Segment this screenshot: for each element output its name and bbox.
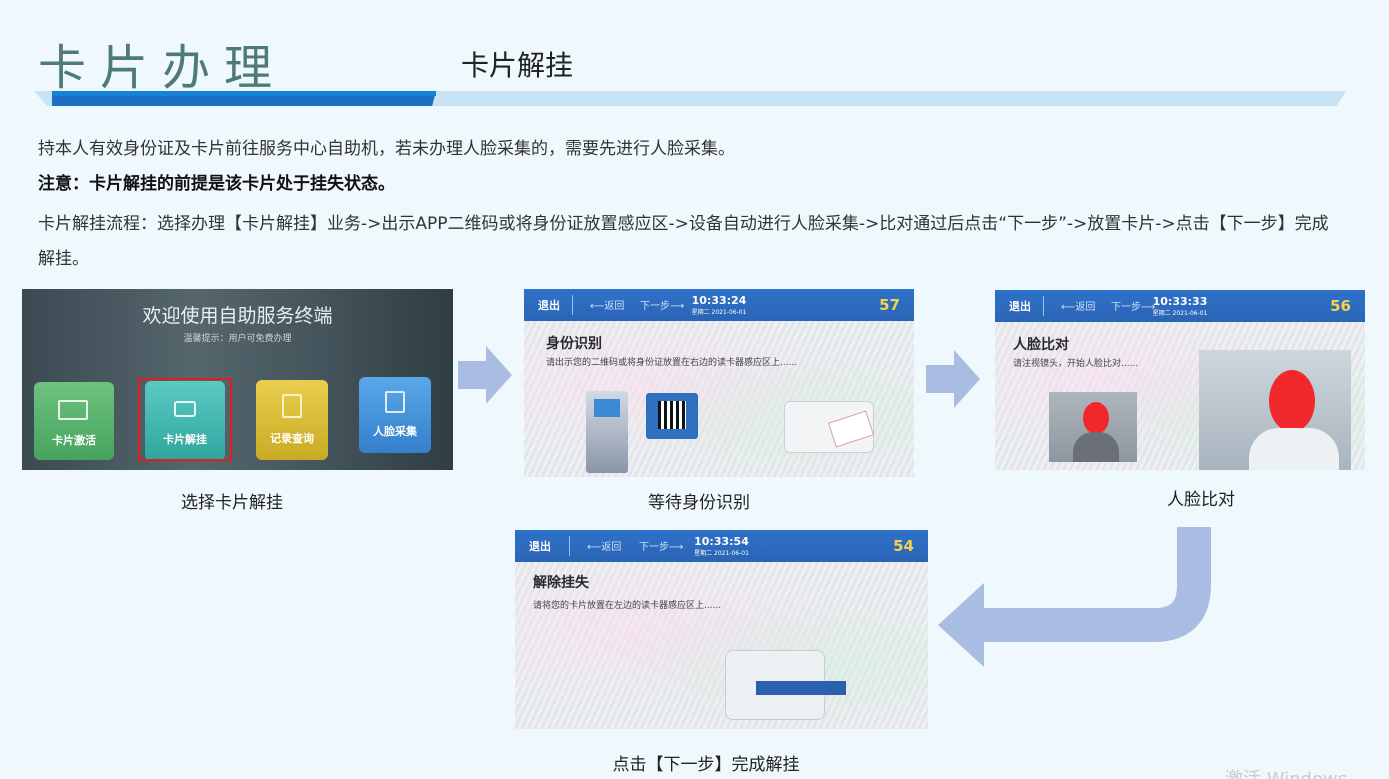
kiosk-top-bar: 退出 ⟵返回 下一步⟶ 10:33:24 星期二 2021-06-01 57 (524, 289, 914, 321)
screen-heading: 身份识别 (546, 336, 602, 352)
bar-date: 星期二 2021-06-01 (1152, 310, 1208, 317)
bar-time: 10:33:54 (694, 535, 749, 548)
step2-caption: 等待身份识别 (648, 493, 750, 513)
step4-caption: 点击【下一步】完成解挂 (612, 755, 800, 775)
section-title: 卡片解挂 (461, 49, 574, 82)
countdown: 56 (1330, 297, 1351, 315)
tile-label: 人脸采集 (373, 425, 417, 438)
tile-label: 卡片激活 (52, 434, 96, 447)
kiosk-top-bar: 退出 ⟵返回 下一步⟶ 10:33:33 星期二 2021-06-01 56 (995, 290, 1365, 322)
id-photo (1049, 392, 1137, 462)
arrow-right-icon (926, 350, 980, 408)
welcome-tip: 温馨提示：用户可免费办理 (183, 334, 292, 344)
step1-caption: 选择卡片解挂 (181, 493, 283, 513)
screen-hint: 请将您的卡片放置在左边的读卡器感应区上...... (533, 601, 722, 611)
page-title: 卡片办理 (38, 40, 287, 96)
kiosk-machine-icon (586, 391, 628, 473)
id-card-reader-icon (784, 401, 875, 453)
live-camera-feed (1199, 350, 1351, 470)
tile-face-capture: 人脸采集 (359, 377, 431, 453)
step3-caption: 人脸比对 (1167, 490, 1235, 510)
selection-highlight (138, 378, 232, 461)
step2-screenshot: 退出 ⟵返回 下一步⟶ 10:33:24 星期二 2021-06-01 57 身… (524, 289, 914, 477)
step1-screenshot: 欢迎使用自助服务终端 温馨提示：用户可免费办理 卡片激活 卡片解挂 记录查询 人… (22, 289, 453, 470)
arrow-right-icon (458, 346, 512, 404)
face-icon (385, 391, 405, 413)
step3-screenshot: 退出 ⟵返回 下一步⟶ 10:33:33 星期二 2021-06-01 56 人… (995, 290, 1365, 470)
step4-screenshot: 退出 ⟵返回 下一步⟶ 10:33:54 星期二 2021-06-01 54 解… (515, 530, 928, 729)
id-card-icon (58, 400, 88, 420)
notice-text: 注意：卡片解挂的前提是该卡片处于挂失状态。 (38, 174, 395, 194)
countdown: 57 (879, 296, 900, 314)
bar-date: 星期二 2021-06-01 (694, 550, 749, 557)
process-text: 卡片解挂流程：选择办理【卡片解挂】业务->出示APP二维码或将身份证放置感应区-… (38, 214, 1329, 269)
screen-heading: 解除挂失 (533, 575, 589, 591)
kiosk-body: 身份识别 请出示您的二维码或将身份证放置在右边的读卡器感应区上...... (524, 321, 914, 477)
screen-hint: 请注视镜头，开始人脸比对...... (1013, 359, 1139, 369)
bar-time: 10:33:24 (691, 294, 747, 307)
countdown: 54 (893, 537, 914, 555)
kiosk-body: 解除挂失 请将您的卡片放置在左边的读卡器感应区上...... (515, 562, 928, 729)
title-band-highlight (52, 91, 436, 96)
kiosk-body: 人脸比对 请注视镜头，开始人脸比对...... (995, 322, 1365, 470)
bar-date: 星期二 2021-06-01 (691, 309, 747, 316)
os-watermark: 激活 Windows (1225, 765, 1347, 779)
welcome-title: 欢迎使用自助服务终端 (142, 305, 333, 327)
screen-hint: 请出示您的二维码或将身份证放置在右边的读卡器感应区上...... (546, 358, 798, 368)
kiosk-top-bar: 退出 ⟵返回 下一步⟶ 10:33:54 星期二 2021-06-01 54 (515, 530, 928, 562)
document-icon (282, 394, 302, 418)
tile-label: 记录查询 (270, 432, 314, 445)
screen-heading: 人脸比对 (1013, 337, 1069, 353)
curved-arrow-icon (938, 527, 1211, 667)
card-reader-icon (725, 650, 846, 720)
qr-code-icon (646, 393, 698, 439)
intro-text: 持本人有效身份证及卡片前往服务中心自助机，若未办理人脸采集的，需要先进行人脸采集… (38, 139, 735, 159)
tile-record-query: 记录查询 (256, 380, 328, 460)
tile-card-activate: 卡片激活 (34, 382, 114, 460)
bar-time: 10:33:33 (1152, 295, 1208, 308)
